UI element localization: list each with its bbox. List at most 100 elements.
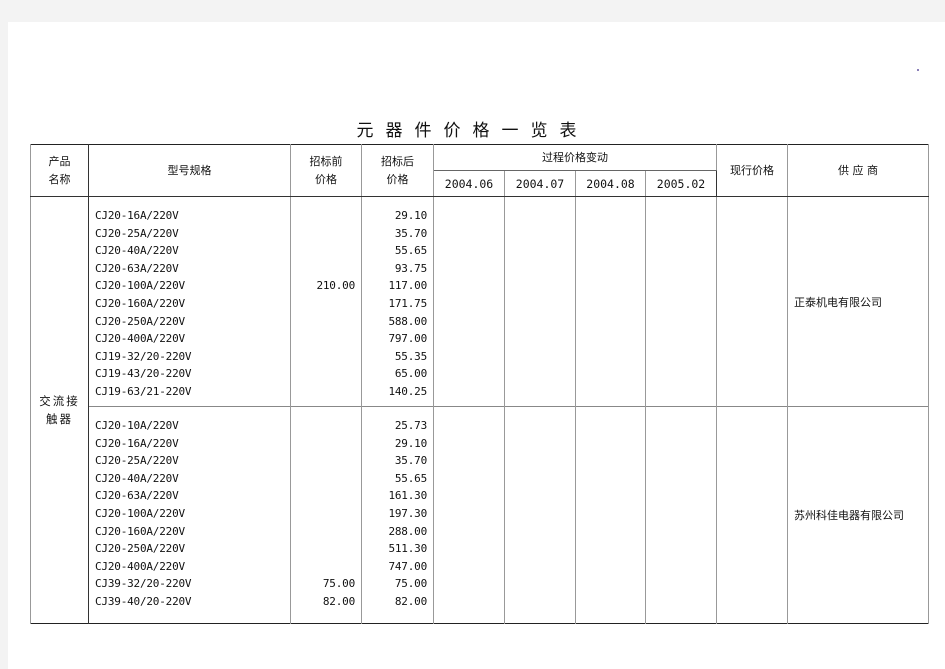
- post-bid-price: 140.25: [388, 384, 427, 398]
- pre-bid-price: [291, 365, 355, 383]
- pre-bid-price: [291, 330, 355, 348]
- pre-bid-price: [291, 523, 355, 541]
- post-bid-price: 161.30: [388, 489, 427, 503]
- header-process-price-change: 过程价格变动: [433, 144, 717, 171]
- period-2-cell: [504, 406, 576, 624]
- header-pre-bid-line1: 招标前: [309, 154, 343, 168]
- model-spec: CJ20-63A/220V: [95, 261, 179, 275]
- category-line2: 触器: [46, 412, 73, 426]
- post-bid-price: 55.65: [394, 471, 427, 485]
- pre-bid-price: 75.00: [322, 577, 355, 591]
- price-table: 产品 名称 型号规格 招标前 价格 招标后 价格 过程价格变动 现行价格 供 应…: [30, 144, 929, 624]
- post-bid-price: 197.30: [388, 506, 427, 520]
- header-product-name-line1: 产品: [48, 154, 71, 168]
- pre-bid-price: 210.00: [316, 279, 355, 293]
- header-period-4: 2005.02: [645, 170, 717, 197]
- pre-bid-price: [291, 348, 355, 366]
- post-bid-price: 25.73: [394, 419, 427, 432]
- pre-bid-price: [291, 470, 355, 488]
- pre-bid-price: [291, 417, 355, 435]
- supplier-group-1: 交流接 触器 CJ20-16A/220V CJ20-25A/220V CJ20-40…: [30, 196, 929, 624]
- period-1-cell: [433, 406, 505, 624]
- post-bid-price: 747.00: [388, 559, 427, 573]
- post-bid-price: 82.00: [394, 594, 427, 608]
- current-price-cell: [716, 196, 788, 407]
- category-cell: 交流接 触器: [30, 196, 89, 624]
- post-bid-price: 29.10: [394, 436, 427, 450]
- supplier-name: 苏州科佳电器有限公司: [787, 406, 929, 624]
- document-title: 元器件价格一览表: [356, 121, 589, 141]
- model-list-1: CJ20-16A/220V CJ20-25A/220V CJ20-40A/220V C…: [88, 196, 291, 407]
- post-bid-price: 29.10: [394, 209, 427, 222]
- pre-bid-price: [291, 383, 355, 401]
- header-pre-bid-line2: 价格: [315, 172, 337, 186]
- pre-bid-price: [291, 435, 355, 453]
- post-bid-price: 35.70: [394, 226, 427, 240]
- pre-bid-price: [291, 260, 355, 278]
- pre-bid-price: [291, 242, 355, 260]
- period-1-cell: [433, 196, 505, 407]
- model-spec: CJ20-16A/220V: [95, 209, 179, 222]
- model-spec: CJ19-32/20-220V: [95, 349, 192, 363]
- pre-bid-price: [291, 505, 355, 523]
- post-bid-price: 588.00: [388, 314, 427, 328]
- model-spec: CJ19-63/21-220V: [95, 384, 192, 398]
- post-bid-price: 35.70: [394, 454, 427, 468]
- pre-bid-price: [291, 452, 355, 470]
- pre-bid-price: 82.00: [322, 594, 355, 608]
- post-bid-price: 55.65: [394, 244, 427, 258]
- header-post-bid-line2: 价格: [386, 172, 409, 186]
- post-bid-price: 65.00: [394, 367, 427, 381]
- model-spec: CJ20-25A/220V: [95, 454, 179, 468]
- period-3-cell: [575, 196, 646, 407]
- post-bid-list-1: 29.10 35.70 55.65 93.75 117.00 171.75 588.00 79…: [361, 196, 434, 407]
- model-spec: CJ20-160A/220V: [95, 524, 185, 538]
- header-supplier: 供 应 商: [787, 144, 929, 197]
- header-post-bid-line1: 招标后: [381, 154, 414, 168]
- model-spec: CJ20-10A/220V: [95, 419, 179, 432]
- model-spec: CJ39-40/20-220V: [95, 594, 192, 608]
- model-spec: CJ39-32/20-220V: [95, 577, 192, 591]
- model-spec: CJ20-63A/220V: [95, 489, 179, 503]
- pre-bid-price: [291, 540, 355, 558]
- model-list-2: CJ20-10A/220V CJ20-16A/220V CJ20-25A/220V C…: [88, 406, 291, 624]
- pre-bid-price: [291, 487, 355, 505]
- header-period-3: 2004.08: [575, 170, 646, 197]
- model-spec: CJ20-250A/220V: [95, 542, 185, 556]
- model-spec: CJ20-100A/220V: [95, 279, 185, 293]
- model-spec: CJ20-250A/220V: [95, 314, 185, 328]
- stray-mark: [917, 69, 919, 71]
- period-4-cell: [645, 406, 717, 624]
- period-3-cell: [575, 406, 646, 624]
- model-spec: CJ20-25A/220V: [95, 226, 179, 240]
- post-bid-price: 55.35: [394, 349, 427, 363]
- header-product-name-line2: 名称: [48, 172, 71, 186]
- model-spec: CJ20-40A/220V: [95, 471, 179, 485]
- supplier-group-2: CJ20-10A/220V CJ20-16A/220V CJ20-25A/220V C…: [31, 406, 929, 624]
- model-spec: CJ19-43/20-220V: [95, 367, 192, 381]
- model-spec: CJ20-160A/220V: [95, 296, 185, 310]
- pre-bid-price: [291, 295, 355, 313]
- current-price-cell: [716, 406, 788, 624]
- header-period-2: 2004.07: [504, 170, 576, 197]
- header-period-1: 2004.06: [433, 170, 505, 197]
- pre-bid-price: [291, 313, 355, 331]
- pre-bid-price: [291, 558, 355, 576]
- pre-bid-list-1: 210.00: [290, 196, 362, 407]
- header-model-spec: 型号规格: [88, 144, 291, 197]
- model-spec: CJ20-40A/220V: [95, 244, 179, 258]
- model-spec: CJ20-400A/220V: [95, 559, 185, 573]
- model-spec: CJ20-100A/220V: [95, 506, 185, 520]
- header-current-price: 现行价格: [716, 144, 788, 197]
- post-bid-price: 93.75: [394, 261, 427, 275]
- category-line1: 交流接: [39, 394, 80, 408]
- post-bid-price: 75.00: [394, 577, 427, 591]
- post-bid-price: 171.75: [388, 296, 427, 310]
- post-bid-price: 117.00: [388, 279, 427, 293]
- model-spec: CJ20-400A/220V: [95, 332, 185, 346]
- period-4-cell: [645, 196, 717, 407]
- pre-bid-list-2: 75.00 82.00: [290, 406, 362, 624]
- post-bid-price: 797.00: [388, 332, 427, 346]
- period-2-cell: [504, 196, 576, 407]
- post-bid-price: 288.00: [388, 524, 427, 538]
